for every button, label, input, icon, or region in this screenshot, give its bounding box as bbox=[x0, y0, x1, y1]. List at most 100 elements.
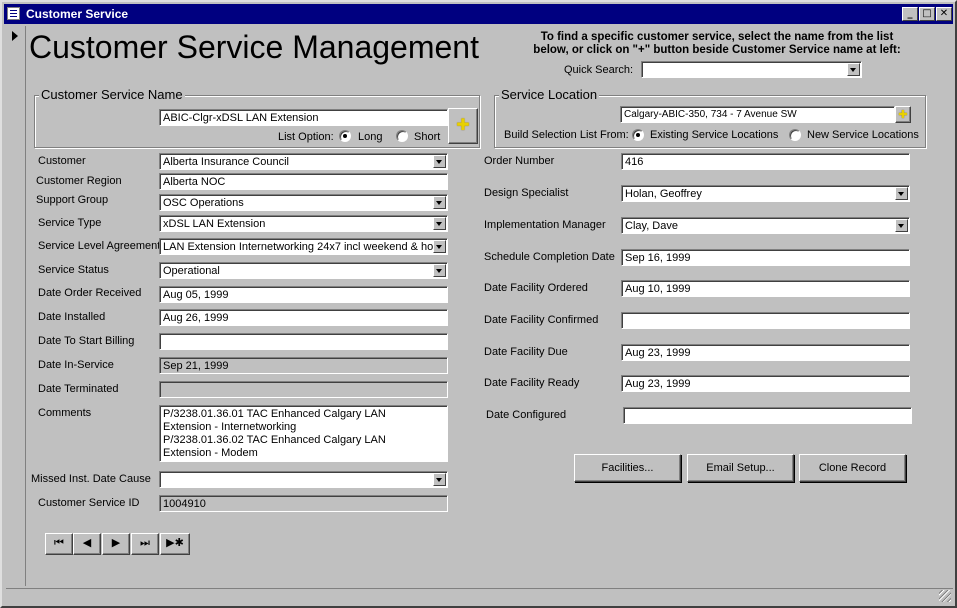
last-record-icon[interactable]: ⏭ bbox=[131, 533, 159, 555]
comments-line: Extension - Modem bbox=[163, 447, 258, 459]
date-facility-confirmed-label: Date Facility Confirmed bbox=[484, 314, 599, 326]
close-button[interactable]: ✕ bbox=[936, 7, 952, 21]
customer-service-id-label: Customer Service ID bbox=[38, 497, 140, 509]
new-locations-radio[interactable] bbox=[789, 129, 801, 141]
date-terminated-field bbox=[159, 381, 448, 398]
date-installed-field[interactable]: Aug 26, 1999 bbox=[159, 309, 448, 326]
date-facility-ordered-label: Date Facility Ordered bbox=[484, 282, 588, 294]
customer-value: Alberta Insurance Council bbox=[163, 156, 289, 168]
date-facility-ready-field[interactable]: Aug 23, 1999 bbox=[621, 375, 910, 392]
sla-combo[interactable]: LAN Extension Internetworking 24x7 incl … bbox=[159, 238, 448, 255]
support-group-label: Support Group bbox=[36, 194, 109, 206]
new-record-icon[interactable]: ▶✱ bbox=[160, 533, 190, 555]
design-specialist-value: Holan, Geoffrey bbox=[625, 188, 702, 200]
form-heading: Customer Service Management bbox=[29, 29, 479, 65]
order-number-label: Order Number bbox=[484, 155, 555, 167]
new-locations-label: New Service Locations bbox=[807, 129, 919, 141]
list-option-short-radio[interactable] bbox=[396, 130, 408, 142]
schedule-completion-date-field[interactable]: Sep 16, 1999 bbox=[621, 249, 910, 266]
date-configured-field[interactable] bbox=[623, 407, 912, 424]
design-specialist-label: Design Specialist bbox=[484, 187, 569, 199]
sla-value: LAN Extension Internetworking 24x7 incl … bbox=[163, 241, 436, 253]
status-strip bbox=[6, 588, 953, 604]
date-to-start-billing-field[interactable] bbox=[159, 333, 448, 350]
form-icon[interactable] bbox=[7, 7, 20, 20]
date-order-received-label: Date Order Received bbox=[38, 287, 142, 299]
existing-locations-label: Existing Service Locations bbox=[650, 129, 779, 141]
customer-service-name-group-title: Customer Service Name bbox=[39, 87, 185, 102]
title-bar[interactable]: Customer Service _ □ ✕ bbox=[4, 4, 953, 24]
service-status-label: Service Status bbox=[38, 264, 109, 276]
list-option-long-radio[interactable] bbox=[339, 130, 351, 142]
customer-region-field[interactable]: Alberta NOC bbox=[159, 173, 448, 190]
customer-region-label: Customer Region bbox=[36, 175, 122, 187]
date-order-received-field[interactable]: Aug 05, 1999 bbox=[159, 286, 448, 303]
service-location-field[interactable]: Calgary-ABIC-350, 734 - 7 Avenue SW bbox=[620, 106, 895, 123]
comments-line: Extension - Internetworking bbox=[163, 421, 297, 433]
date-facility-ordered-field[interactable]: Aug 10, 1999 bbox=[621, 280, 910, 297]
clone-record-button[interactable]: Clone Record bbox=[799, 454, 906, 482]
date-configured-label: Date Configured bbox=[486, 409, 567, 421]
first-record-icon[interactable]: ⏮ bbox=[45, 533, 73, 555]
customer-label: Customer bbox=[38, 155, 86, 167]
list-option-short-label: Short bbox=[414, 131, 441, 143]
service-type-combo[interactable]: xDSL LAN Extension bbox=[159, 215, 448, 232]
design-specialist-combo[interactable]: Holan, Geoffrey bbox=[621, 185, 910, 202]
quick-search-combo[interactable] bbox=[641, 61, 862, 78]
chevron-down-icon[interactable] bbox=[895, 187, 908, 200]
date-terminated-label: Date Terminated bbox=[38, 383, 119, 395]
facilities-button[interactable]: Facilities... bbox=[574, 454, 681, 482]
chevron-down-icon[interactable] bbox=[895, 219, 908, 232]
existing-locations-radio[interactable] bbox=[632, 129, 644, 141]
support-group-value: OSC Operations bbox=[163, 197, 244, 209]
list-option-long-label: Long bbox=[358, 131, 383, 143]
date-to-start-billing-label: Date To Start Billing bbox=[38, 335, 135, 347]
comments-line: P/3238.01.36.02 TAC Enhanced Calgary LAN bbox=[163, 434, 386, 446]
service-location-group-title: Service Location bbox=[499, 87, 600, 102]
date-facility-confirmed-field[interactable] bbox=[621, 312, 910, 329]
implementation-manager-value: Clay, Dave bbox=[625, 220, 678, 232]
add-service-location-button[interactable]: ✚ bbox=[895, 106, 911, 123]
service-status-value: Operational bbox=[163, 265, 220, 277]
sla-label: Service Level Agreement bbox=[38, 240, 161, 252]
date-installed-label: Date Installed bbox=[38, 311, 106, 323]
chevron-down-icon[interactable] bbox=[847, 63, 860, 76]
chevron-down-icon[interactable] bbox=[433, 217, 446, 230]
chevron-down-icon[interactable] bbox=[433, 155, 446, 168]
date-facility-ready-label: Date Facility Ready bbox=[484, 377, 580, 389]
previous-record-icon[interactable]: ◀ bbox=[73, 533, 101, 555]
resize-grip-icon[interactable] bbox=[939, 590, 951, 602]
chevron-down-icon[interactable] bbox=[433, 196, 446, 209]
instructions-line-2: below, or click on "+" button beside Cus… bbox=[533, 44, 901, 56]
date-facility-due-field[interactable]: Aug 23, 1999 bbox=[621, 344, 910, 361]
implementation-manager-label: Implementation Manager bbox=[484, 219, 606, 231]
support-group-combo[interactable]: OSC Operations bbox=[159, 194, 448, 211]
customer-combo[interactable]: Alberta Insurance Council bbox=[159, 153, 448, 170]
chevron-down-icon[interactable] bbox=[433, 473, 446, 486]
record-selector[interactable] bbox=[6, 26, 26, 586]
date-in-service-field: Sep 21, 1999 bbox=[159, 357, 448, 374]
implementation-manager-combo[interactable]: Clay, Dave bbox=[621, 217, 910, 234]
minimize-button[interactable]: _ bbox=[902, 7, 918, 21]
comments-line: P/3238.01.36.01 TAC Enhanced Calgary LAN bbox=[163, 408, 386, 420]
next-record-icon[interactable]: ▶ bbox=[102, 533, 130, 555]
instructions-line-1: To find a specific customer service, sel… bbox=[540, 31, 894, 43]
add-service-name-button[interactable]: ✚ bbox=[448, 108, 478, 144]
order-number-field[interactable]: 416 bbox=[621, 153, 910, 170]
customer-service-window: Customer Service _ □ ✕ Customer Service … bbox=[0, 0, 957, 608]
customer-service-name-field[interactable]: ABIC-Clgr-xDSL LAN Extension bbox=[159, 109, 448, 126]
comments-field[interactable]: P/3238.01.36.01 TAC Enhanced Calgary LAN… bbox=[159, 405, 448, 462]
missed-cause-label: Missed Inst. Date Cause bbox=[31, 473, 151, 485]
maximize-button[interactable]: □ bbox=[919, 7, 935, 21]
current-record-arrow-icon bbox=[12, 31, 18, 41]
service-status-combo[interactable]: Operational bbox=[159, 262, 448, 279]
email-setup-button[interactable]: Email Setup... bbox=[687, 454, 794, 482]
schedule-completion-date-label: Schedule Completion Date bbox=[484, 251, 615, 263]
comments-label: Comments bbox=[38, 407, 92, 419]
search-instructions: To find a specific customer service, sel… bbox=[517, 31, 917, 57]
chevron-down-icon[interactable] bbox=[433, 240, 446, 253]
service-type-label: Service Type bbox=[38, 217, 102, 229]
chevron-down-icon[interactable] bbox=[433, 264, 446, 277]
missed-cause-combo[interactable] bbox=[159, 471, 448, 488]
date-facility-due-label: Date Facility Due bbox=[484, 346, 568, 358]
